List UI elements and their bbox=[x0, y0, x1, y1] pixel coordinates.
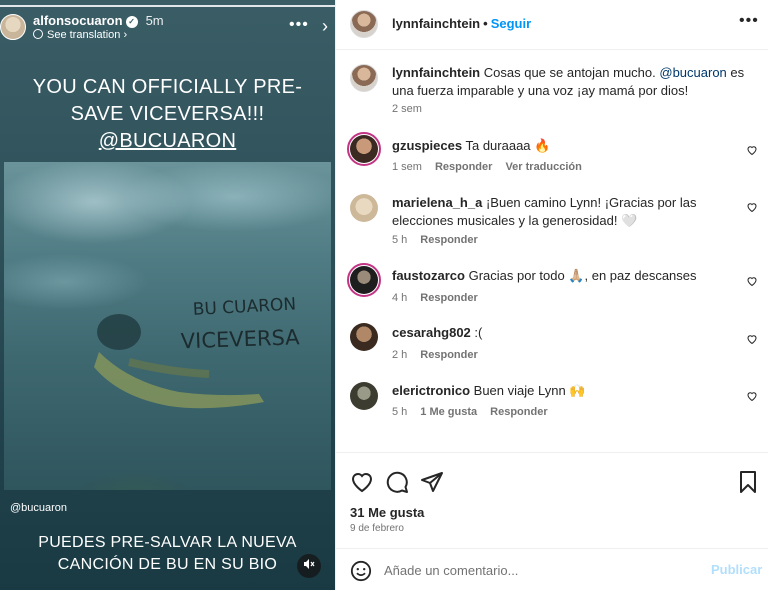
comment-meta: 5 h Responder bbox=[392, 234, 491, 246]
story-headline-line2: SAVE VICEVERSA!!! bbox=[70, 103, 265, 125]
post-header: lynnfainchtein • Seguir ••• bbox=[336, 0, 768, 50]
comment-username[interactable]: marielena_h_a bbox=[392, 195, 482, 210]
comment-like-heart-icon[interactable] bbox=[746, 201, 758, 213]
comment-likes-count[interactable]: 1 Me gusta bbox=[420, 406, 477, 418]
story-headline-mention[interactable]: @BUCUARON bbox=[0, 128, 335, 155]
post-date: 9 de febrero bbox=[350, 523, 404, 534]
comment-text-row: elerictronico Buen viaje Lynn 🙌 bbox=[392, 382, 732, 400]
handwriting-line1: BU CUARON bbox=[192, 295, 296, 320]
share-paper-plane-icon[interactable] bbox=[420, 470, 444, 494]
story-username-row: alfonsocuaron ✓ 5m bbox=[33, 13, 164, 28]
follow-button[interactable]: Seguir bbox=[491, 16, 531, 31]
post-panel: lynnfainchtein • Seguir ••• lynnfainchtein… bbox=[335, 0, 768, 590]
comment-bar: Publicar bbox=[336, 548, 768, 590]
story-headline: YOU CAN OFFICIALLY PRE- SAVE VICEVERSA!!… bbox=[0, 74, 335, 155]
save-bookmark-icon[interactable] bbox=[736, 470, 760, 494]
comment-bubble-icon[interactable] bbox=[385, 470, 409, 494]
post-actions: 31 Me gusta 9 de febrero bbox=[336, 452, 768, 552]
comment-input[interactable] bbox=[384, 560, 694, 580]
story-avatar[interactable] bbox=[0, 14, 26, 40]
likes-count[interactable]: 31 Me gusta bbox=[350, 505, 424, 520]
story-progress-bar bbox=[0, 5, 335, 7]
see-translation-link[interactable]: See translation › bbox=[33, 29, 127, 41]
story-credit: @bucuaron bbox=[10, 502, 68, 514]
handwriting-line2: VICEVERSA bbox=[180, 325, 300, 353]
commenter-avatar[interactable] bbox=[347, 263, 381, 297]
comment-like-heart-icon[interactable] bbox=[746, 390, 758, 402]
story-next-arrow-icon[interactable]: › bbox=[322, 16, 328, 37]
reply-button[interactable]: Responder bbox=[420, 349, 477, 361]
comment-text-row: marielena_h_a ¡Buen camino Lynn! ¡Gracia… bbox=[392, 194, 732, 230]
comment-time: 5 h bbox=[392, 234, 408, 246]
story-time: 5m bbox=[145, 13, 164, 28]
story-more-options-icon[interactable]: ••• bbox=[289, 16, 309, 34]
comment-meta: 4 h Responder bbox=[392, 292, 491, 304]
comment-username[interactable]: elerictronico bbox=[392, 383, 470, 398]
story-header: alfonsocuaron ✓ 5m See translation › ••• › bbox=[0, 12, 335, 44]
post-header-row: lynnfainchtein • Seguir bbox=[392, 16, 531, 31]
comment-like-heart-icon[interactable] bbox=[746, 144, 758, 156]
comment-text: Buen viaje Lynn 🙌 bbox=[473, 383, 586, 398]
reply-button[interactable]: Responder bbox=[490, 406, 547, 418]
comment-like-heart-icon[interactable] bbox=[746, 333, 758, 345]
verified-badge-icon: ✓ bbox=[125, 15, 138, 28]
speaker-muted-icon[interactable] bbox=[297, 554, 321, 578]
separator-dot: • bbox=[483, 16, 488, 31]
reply-button[interactable]: Responder bbox=[420, 234, 477, 246]
underwater-photo: BU CUARON VICEVERSA bbox=[4, 162, 331, 490]
comment-username[interactable]: cesarahg802 bbox=[392, 325, 471, 340]
comment-meta: 1 sem Responder Ver traducción bbox=[392, 161, 595, 173]
commenter-avatar[interactable] bbox=[347, 132, 381, 166]
comment-meta: 2 h Responder bbox=[392, 349, 491, 361]
author-username[interactable]: lynnfainchtein bbox=[392, 16, 480, 31]
caption-username[interactable]: lynnfainchtein bbox=[392, 65, 480, 80]
post-more-options-icon[interactable]: ••• bbox=[739, 12, 759, 30]
story-footer-line2: CANCIÓN DE BU EN SU BIO bbox=[57, 556, 278, 573]
comment-username[interactable]: faustozarco bbox=[392, 268, 465, 283]
comment-time: 1 sem bbox=[392, 161, 422, 173]
comment-text-row: faustozarco Gracias por todo 🙏🏼, en paz … bbox=[392, 267, 732, 285]
handwritten-text: BU CUARON VICEVERSA bbox=[180, 295, 300, 354]
story-footer-line1: PUEDES PRE-SALVAR LA NUEVA bbox=[38, 534, 297, 551]
comment-username[interactable]: gzuspieces bbox=[392, 138, 462, 153]
story-viewer: alfonsocuaron ✓ 5m See translation › ••• ›… bbox=[0, 0, 335, 590]
caption-text-part1: Cosas que se antojan mucho. bbox=[483, 65, 656, 80]
comment-text: Gracias por todo 🙏🏼, en paz descanses bbox=[468, 268, 697, 283]
commenter-avatar[interactable] bbox=[350, 323, 378, 351]
comment-meta: 5 h 1 Me gusta Responder bbox=[392, 406, 561, 418]
commenter-avatar[interactable] bbox=[350, 382, 378, 410]
comment-time: 2 h bbox=[392, 349, 408, 361]
commenter-avatar[interactable] bbox=[350, 194, 378, 222]
story-footer-text: PUEDES PRE-SALVAR LA NUEVA CANCIÓN DE BU… bbox=[0, 532, 335, 576]
publish-button[interactable]: Publicar bbox=[711, 562, 762, 577]
comment-time: 4 h bbox=[392, 292, 408, 304]
post-caption: lynnfainchtein Cosas que se antojan much… bbox=[392, 64, 752, 100]
caption-author-avatar[interactable] bbox=[350, 64, 378, 92]
reply-button[interactable]: Responder bbox=[435, 161, 492, 173]
comment-like-heart-icon[interactable] bbox=[746, 275, 758, 287]
comment-text-row: gzuspieces Ta duraaaa 🔥 bbox=[392, 137, 732, 155]
like-heart-icon[interactable] bbox=[350, 470, 374, 494]
reply-button[interactable]: Responder bbox=[420, 292, 477, 304]
caption-time: 2 sem bbox=[392, 103, 422, 115]
story-username[interactable]: alfonsocuaron bbox=[33, 13, 123, 28]
emoji-smiley-icon[interactable] bbox=[350, 560, 372, 582]
comment-text: Ta duraaaa 🔥 bbox=[465, 138, 551, 153]
comment-time: 5 h bbox=[392, 406, 408, 418]
see-translation-button[interactable]: Ver traducción bbox=[505, 161, 581, 173]
see-translation-label: See translation bbox=[47, 29, 121, 41]
caption-mention-link[interactable]: @bucuaron bbox=[659, 65, 726, 80]
caption-meta: 2 sem bbox=[392, 103, 435, 115]
author-avatar[interactable] bbox=[350, 10, 378, 38]
story-headline-line1: YOU CAN OFFICIALLY PRE- bbox=[32, 76, 303, 98]
comment-text: :( bbox=[474, 325, 483, 340]
globe-icon bbox=[33, 29, 43, 39]
comment-text-row: cesarahg802 :( bbox=[392, 324, 732, 342]
